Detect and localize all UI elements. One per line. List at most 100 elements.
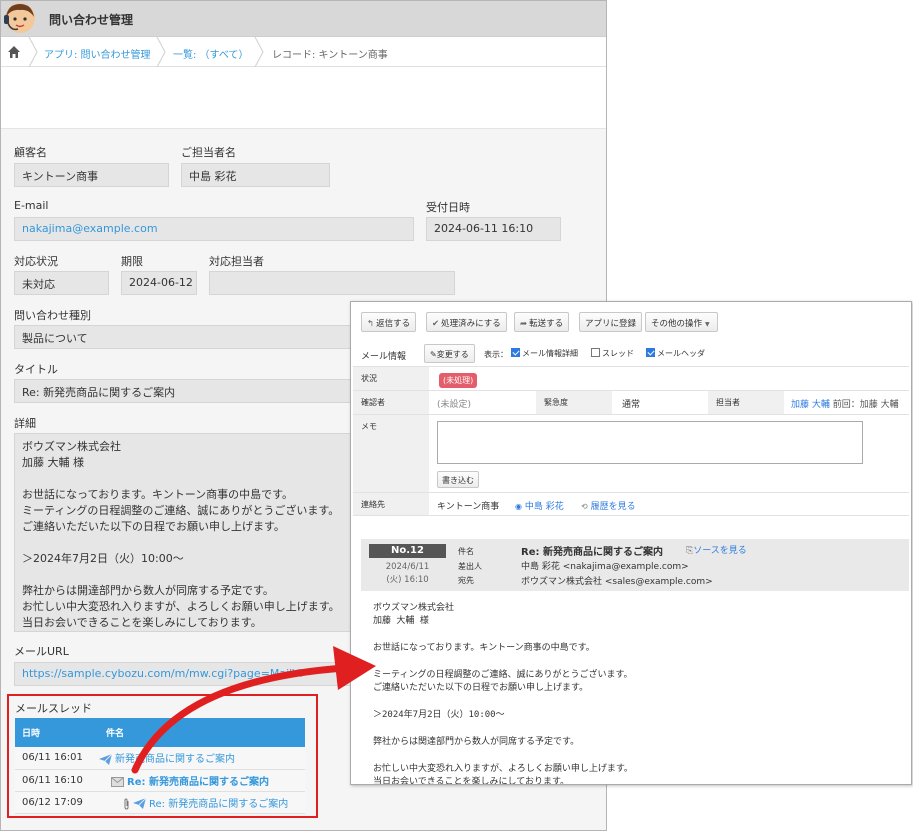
mail-to: ボウズマン株式会社 <sales@example.com> <box>521 577 713 587</box>
sent-mail-icon <box>133 798 146 809</box>
status-label: 対応状況 <box>14 255 58 268</box>
thread-header-date: 日時 <box>15 718 99 747</box>
view-source-link[interactable]: ⎘ソースを見る <box>686 543 747 556</box>
customer-label: 顧客名 <box>14 146 47 159</box>
thread-date: 06/11 16:10 <box>15 769 99 792</box>
status-badge: (未処理) <box>439 373 478 388</box>
memo-textarea[interactable] <box>437 421 863 464</box>
thread-table: 日時 件名 06/11 16:01 新発売商品に関するご案内 06/11 16:… <box>15 718 305 814</box>
status-field: 未対応 <box>14 271 109 295</box>
forward-icon: ➦ <box>520 319 528 329</box>
email-label: E-mail <box>14 199 49 212</box>
memo-row: メモ 書き込む <box>353 414 909 492</box>
urgency-value[interactable]: 通常 <box>622 397 640 410</box>
app-title: 問い合わせ管理 <box>49 13 134 27</box>
url-label: メールURL <box>14 645 69 658</box>
mail-window: ↰ 返信する ✔ 処理済みにする ➦ 転送する アプリに登録 その他の操作 ▼ メール情… <box>350 301 912 785</box>
mail-info-bar: メール情報 ✎変更する 表示： メール情報詳細 スレッド メールヘッダ <box>351 342 911 366</box>
opt-detail-checkbox[interactable]: メール情報詳細 <box>511 348 578 359</box>
contact-label: ご担当者名 <box>181 146 236 159</box>
detail-label: 詳細 <box>14 417 36 430</box>
opt-header-checkbox[interactable]: メールヘッダ <box>646 348 705 359</box>
urgency-key: 緊急度 <box>536 391 612 414</box>
owner-key: 担当者 <box>708 391 784 414</box>
breadcrumb-separator-icon <box>28 37 38 67</box>
mark-done-button[interactable]: ✔ 処理済みにする <box>426 312 507 332</box>
change-button[interactable]: ✎変更する <box>424 344 475 363</box>
thread-subject-cell[interactable]: Re: 新発売商品に関するご案内 <box>99 791 305 814</box>
confirm-value[interactable]: (未設定) <box>437 397 471 410</box>
breadcrumb-view[interactable]: 一覧: （すべて） <box>173 46 248 61</box>
to-key: 宛先 <box>458 576 474 585</box>
mail-date: 2024/6/11 (火) 16:10 <box>385 562 430 585</box>
assignee-field <box>209 271 455 295</box>
app-header: 問い合わせ管理 <box>1 1 606 37</box>
received-label: 受付日時 <box>426 201 470 214</box>
customer-field: キントーン商事 <box>14 163 169 187</box>
status-key: 状況 <box>353 367 429 390</box>
from-key: 差出人 <box>458 562 482 571</box>
contact-key: 連絡先 <box>353 493 429 515</box>
title-label: タイトル <box>14 363 58 376</box>
sent-mail-icon <box>99 753 112 765</box>
breadcrumb-app[interactable]: アプリ: 問い合わせ管理 <box>44 46 151 61</box>
dropdown-icon: ▼ <box>705 321 710 328</box>
mail-toolbar: ↰ 返信する ✔ 処理済みにする ➦ 転送する アプリに登録 その他の操作 ▼ <box>351 302 911 340</box>
email-field[interactable]: nakajima@example.com <box>14 217 414 241</box>
attachment-icon <box>124 797 129 810</box>
table-row[interactable]: 06/12 17:09 Re: 新発売商品に関するご案内 <box>15 791 305 814</box>
person-icon: ◉ <box>515 502 522 511</box>
app-avatar-icon <box>4 3 35 33</box>
table-row[interactable]: 06/11 16:10 Re: 新発売商品に関するご案内 <box>15 769 305 792</box>
mail-number: No.12 <box>369 544 446 558</box>
opt-thread-checkbox[interactable]: スレッド <box>591 348 634 359</box>
thread-date: 06/12 17:09 <box>15 791 99 814</box>
contact-person-link[interactable]: 中島 彩花 <box>525 502 564 512</box>
history-icon: ⟲ <box>581 502 588 511</box>
mail-body: ボウズマン株式会社 加藤 大輔 様 お世話になっております。キントーン商事の中島… <box>373 603 633 785</box>
write-button[interactable]: 書き込む <box>437 471 479 488</box>
thread-date: 06/11 16:01 <box>15 747 99 770</box>
mail-from: 中島 彩花 <nakajima@example.com> <box>521 562 689 572</box>
confirm-key: 確認者 <box>353 391 429 414</box>
table-row[interactable]: 06/11 16:01 新発売商品に関するご案内 <box>15 747 305 770</box>
mail-subject: Re: 新発売商品に関するご案内 <box>521 547 663 558</box>
history-link[interactable]: 履歴を見る <box>591 502 636 512</box>
breadcrumb-separator-icon <box>254 37 264 67</box>
breadcrumb-separator-icon <box>156 37 166 67</box>
display-label: 表示： <box>484 350 508 359</box>
deadline-label: 期限 <box>121 255 143 268</box>
received-field: 2024-06-11 16:10 <box>426 217 561 241</box>
thread-subject[interactable]: Re: 新発売商品に関するご案内 <box>149 799 288 810</box>
forward-button[interactable]: ➦ 転送する <box>514 312 570 332</box>
breadcrumb: アプリ: 問い合わせ管理 一覧: （すべて） レコード: キントーン商事 <box>1 37 606 67</box>
thread-subject[interactable]: Re: 新発売商品に関するご案内 <box>127 777 269 788</box>
thread-label: メールスレッド <box>15 702 92 715</box>
category-label: 問い合わせ種別 <box>14 309 91 322</box>
other-actions-button[interactable]: その他の操作 ▼ <box>645 312 718 332</box>
owner-previous: 前回：加藤 大輔 <box>832 400 899 410</box>
envelope-icon <box>111 776 124 787</box>
reply-icon: ↰ <box>367 319 375 329</box>
check-icon: ✔ <box>432 319 440 329</box>
home-icon[interactable] <box>7 45 21 59</box>
thread-subject[interactable]: 新発売商品に関するご案内 <box>115 754 235 765</box>
breadcrumb-record: レコード: キントーン商事 <box>272 50 388 61</box>
contact-company: キントーン商事 <box>437 502 500 512</box>
deadline-field: 2024-06-12 <box>121 271 197 295</box>
status-row: 状況 (未処理) <box>353 366 909 390</box>
register-app-button[interactable]: アプリに登録 <box>579 312 643 332</box>
assignee-label: 対応担当者 <box>209 255 264 268</box>
mail-header: No.12 2024/6/11 (火) 16:10 件名 Re: 新発売商品に関す… <box>361 539 909 591</box>
thread-subject-cell[interactable]: Re: 新発売商品に関するご案内 <box>99 769 305 792</box>
thread-subject-cell[interactable]: 新発売商品に関するご案内 <box>99 747 305 770</box>
reply-button[interactable]: ↰ 返信する <box>361 312 417 332</box>
owner-value[interactable]: 加藤 大輔 <box>791 400 830 410</box>
contact-row: 連絡先 キントーン商事 ◉ 中島 彩花 ⟲ 履歴を見る <box>353 492 909 516</box>
contact-field: 中島 彩花 <box>181 163 330 187</box>
mail-thread-highlight: メールスレッド 日時 件名 06/11 16:01 新発売商品に関するご案内 0… <box>7 694 318 818</box>
record-toolbar-area <box>1 67 606 129</box>
subject-key: 件名 <box>458 547 474 556</box>
memo-key: メモ <box>353 415 429 492</box>
mail-info-label: メール情報 <box>361 352 407 362</box>
